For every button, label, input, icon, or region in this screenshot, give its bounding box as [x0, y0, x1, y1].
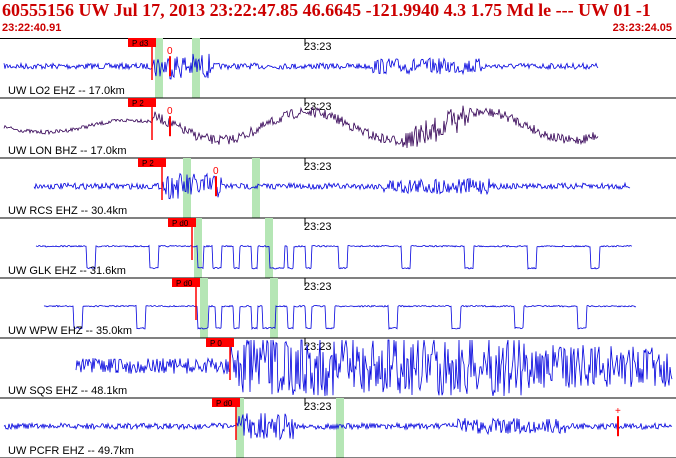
- minute-label: 23:23: [304, 401, 332, 413]
- window-start-time: 23:22:40.91: [2, 22, 62, 34]
- minute-label: 23:23: [304, 101, 332, 113]
- pick-label: P d3: [132, 39, 149, 48]
- trace-row[interactable]: 23:23 P 2 0 UW RCS EHZ -- 30.4km: [0, 158, 676, 219]
- waveform: [33, 172, 631, 200]
- minute-label: 23:23: [304, 41, 332, 53]
- coda-label: 0: [167, 106, 173, 117]
- analysis-window: [270, 278, 278, 338]
- pick-label: P d0: [176, 279, 193, 288]
- station-label: UW SQS EHZ -- 48.1km: [8, 385, 127, 397]
- pick-label: P d0: [172, 219, 189, 228]
- coda-label: +: [615, 406, 621, 417]
- window-end-time: 23:23:24.05: [612, 22, 672, 34]
- trace-row[interactable]: 23:23 P d0 + UW PCFR EHZ -- 49.7km: [0, 398, 676, 458]
- analysis-window: [183, 158, 191, 218]
- trace-row[interactable]: 23:23 P 2 0 UW LON BHZ -- 17.0km: [0, 98, 676, 159]
- seismogram-panel[interactable]: 23:23 P d3 0 UW LO2 EHZ -- 17.0km 23:23 P 2 0 U…: [0, 38, 676, 458]
- station-label: UW LO2 EHZ -- 17.0km: [8, 85, 125, 97]
- trace-row[interactable]: 23:23 P d3 0 UW LO2 EHZ -- 17.0km: [0, 38, 676, 99]
- pick-label: P 2: [132, 99, 144, 108]
- station-label: UW GLK EHZ -- 31.6km: [8, 265, 126, 277]
- waveform: [3, 53, 599, 80]
- trace-row[interactable]: 23:23 P d0 UW GLK EHZ -- 31.6km: [0, 218, 676, 279]
- coda-label: 0: [167, 46, 173, 57]
- event-header: 60555156 UW Jul 17, 2013 23:22:47.85 46.…: [0, 0, 676, 38]
- station-label: UW PCFR EHZ -- 49.7km: [8, 445, 134, 457]
- waveform: [75, 339, 673, 397]
- station-label: UW WPW EHZ -- 35.0km: [8, 325, 132, 337]
- pick-label: P d0: [216, 399, 233, 408]
- station-label: UW LON BHZ -- 17.0km: [8, 145, 127, 157]
- coda-label: 0: [213, 166, 219, 177]
- trace-row[interactable]: 23:23P 0UW SQS EHZ -- 48.1km: [0, 338, 676, 399]
- pick-label: P 2: [142, 159, 154, 168]
- event-summary: 60555156 UW Jul 17, 2013 23:22:47.85 46.…: [2, 0, 651, 20]
- waveform: [43, 304, 637, 331]
- analysis-window: [192, 38, 200, 98]
- minute-label: 23:23: [304, 221, 332, 233]
- station-label: UW RCS EHZ -- 30.4km: [8, 205, 127, 217]
- minute-label: 23:23: [304, 161, 332, 173]
- pick-label: P 0: [210, 339, 222, 348]
- waveform: [3, 105, 599, 149]
- analysis-window: [252, 158, 260, 218]
- trace-row[interactable]: 23:23 P d0 UW WPW EHZ -- 35.0km: [0, 278, 676, 339]
- analysis-window: [336, 398, 344, 458]
- minute-label: 23:23: [304, 281, 332, 293]
